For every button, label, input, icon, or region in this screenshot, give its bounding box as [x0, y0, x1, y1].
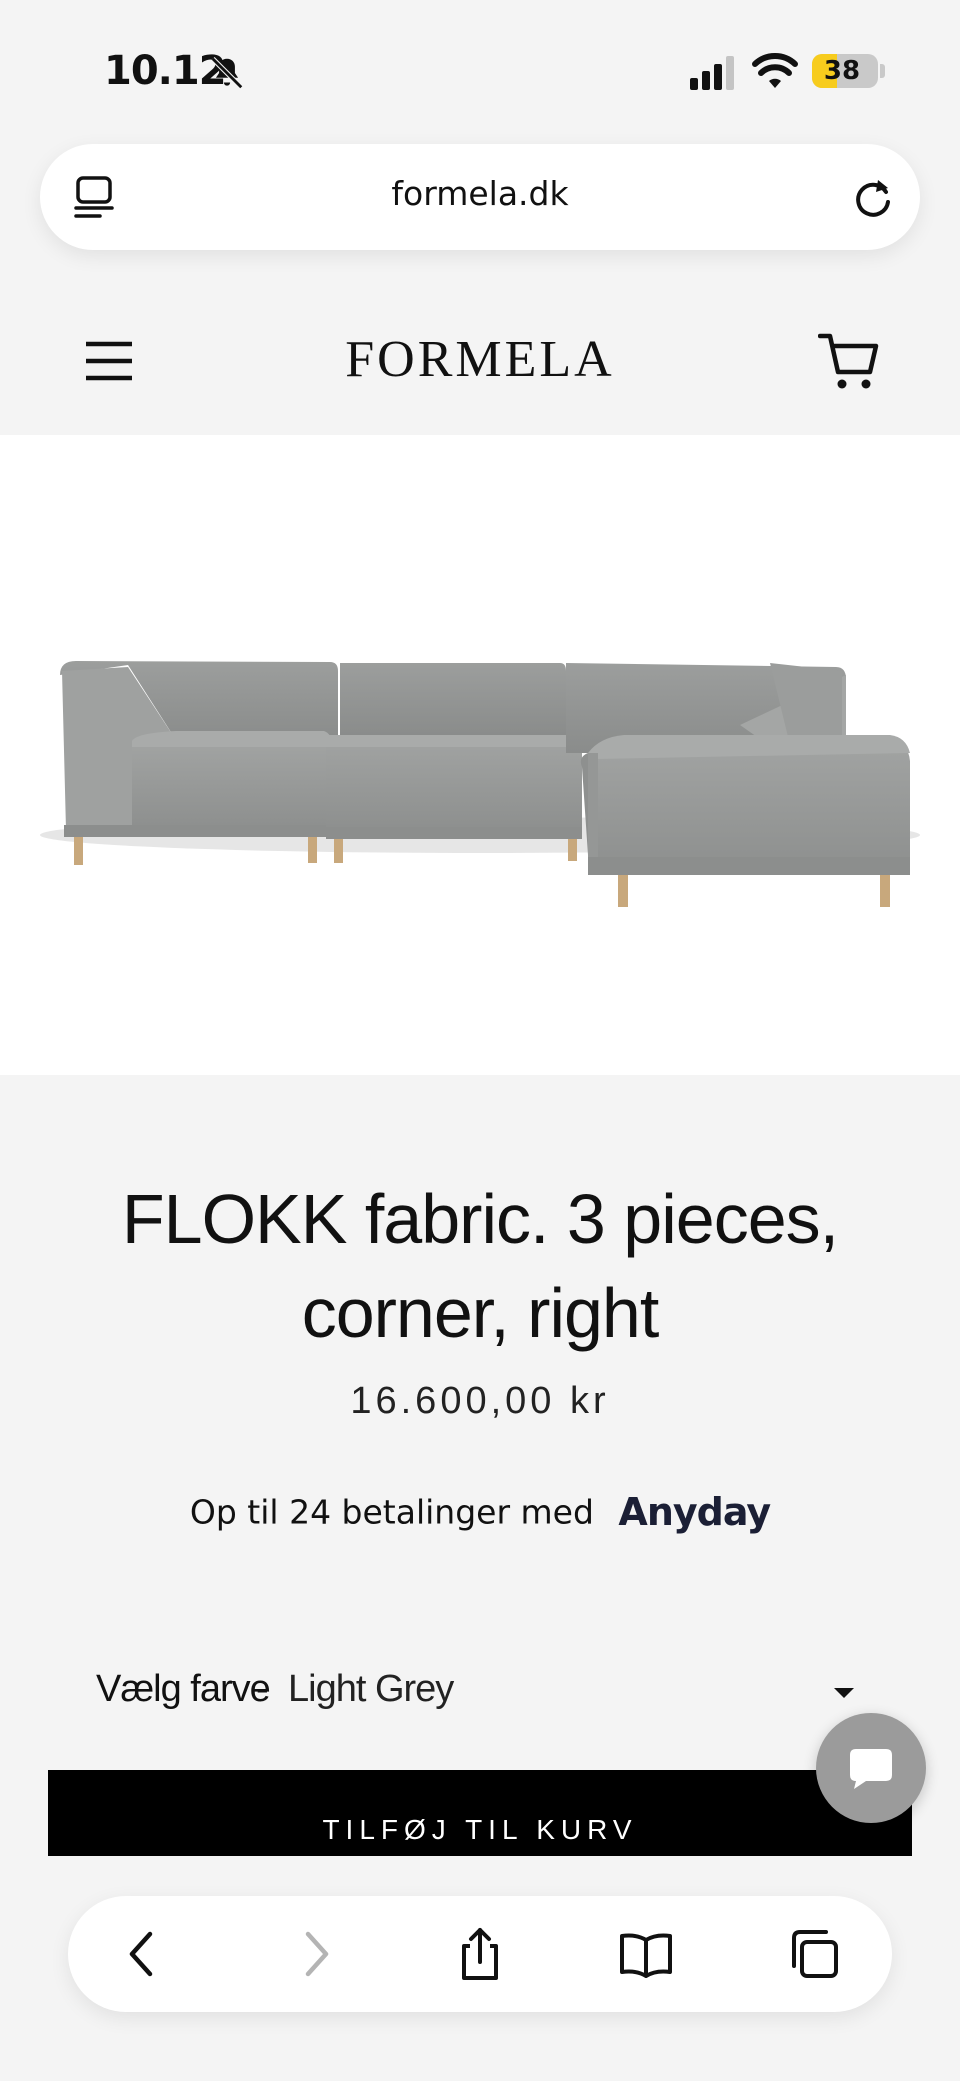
color-value[interactable]: Light Grey [288, 1668, 454, 1711]
battery-icon: 38 [812, 54, 878, 88]
product-title: FLOKK fabric. 3 pieces, corner, right [121, 1180, 839, 1352]
color-label: Vælg farve [96, 1668, 271, 1710]
site-header: FORMELA [0, 290, 960, 435]
chat-button[interactable] [816, 1713, 926, 1823]
product-image[interactable] [0, 435, 960, 1075]
signal-icon [690, 56, 734, 90]
status-bar: 10.12 38 [0, 0, 960, 140]
anyday-logo[interactable]: Anyday [618, 1490, 771, 1534]
color-select[interactable]: Vælg farve - Light Grey [96, 1668, 866, 1724]
battery-level: 38 [823, 56, 861, 86]
back-icon[interactable] [116, 1926, 172, 1982]
address-url[interactable]: formela.dk [160, 174, 800, 213]
chevron-down-icon[interactable] [832, 1686, 856, 1700]
address-bar[interactable]: formela.dk [40, 144, 920, 250]
sofa-image [40, 661, 920, 907]
bell-off-icon [210, 56, 244, 90]
bookmarks-icon[interactable] [618, 1926, 674, 1982]
color-separator: - [256, 1668, 269, 1710]
wifi-icon [752, 53, 798, 88]
chat-icon [850, 1749, 892, 1789]
cart-icon[interactable] [818, 330, 880, 392]
battery-tip [880, 64, 885, 78]
share-icon[interactable] [452, 1926, 508, 1982]
browser-toolbar [68, 1896, 892, 2012]
reader-mode-icon[interactable] [72, 174, 118, 220]
forward-icon[interactable] [286, 1926, 342, 1982]
tabs-icon[interactable] [786, 1926, 842, 1982]
product-price: 16.600,00 kr [350, 1380, 610, 1422]
add-to-cart-button[interactable]: TILFØJ TIL KURV [48, 1770, 912, 1856]
hamburger-icon[interactable] [84, 338, 134, 384]
installments-info[interactable]: Op til 24 betalinger med Anyday [0, 1490, 960, 1540]
installments-text: Op til 24 betalinger med [189, 1492, 594, 1532]
site-logo[interactable]: FORMELA [330, 330, 630, 389]
reload-icon[interactable] [848, 172, 898, 222]
